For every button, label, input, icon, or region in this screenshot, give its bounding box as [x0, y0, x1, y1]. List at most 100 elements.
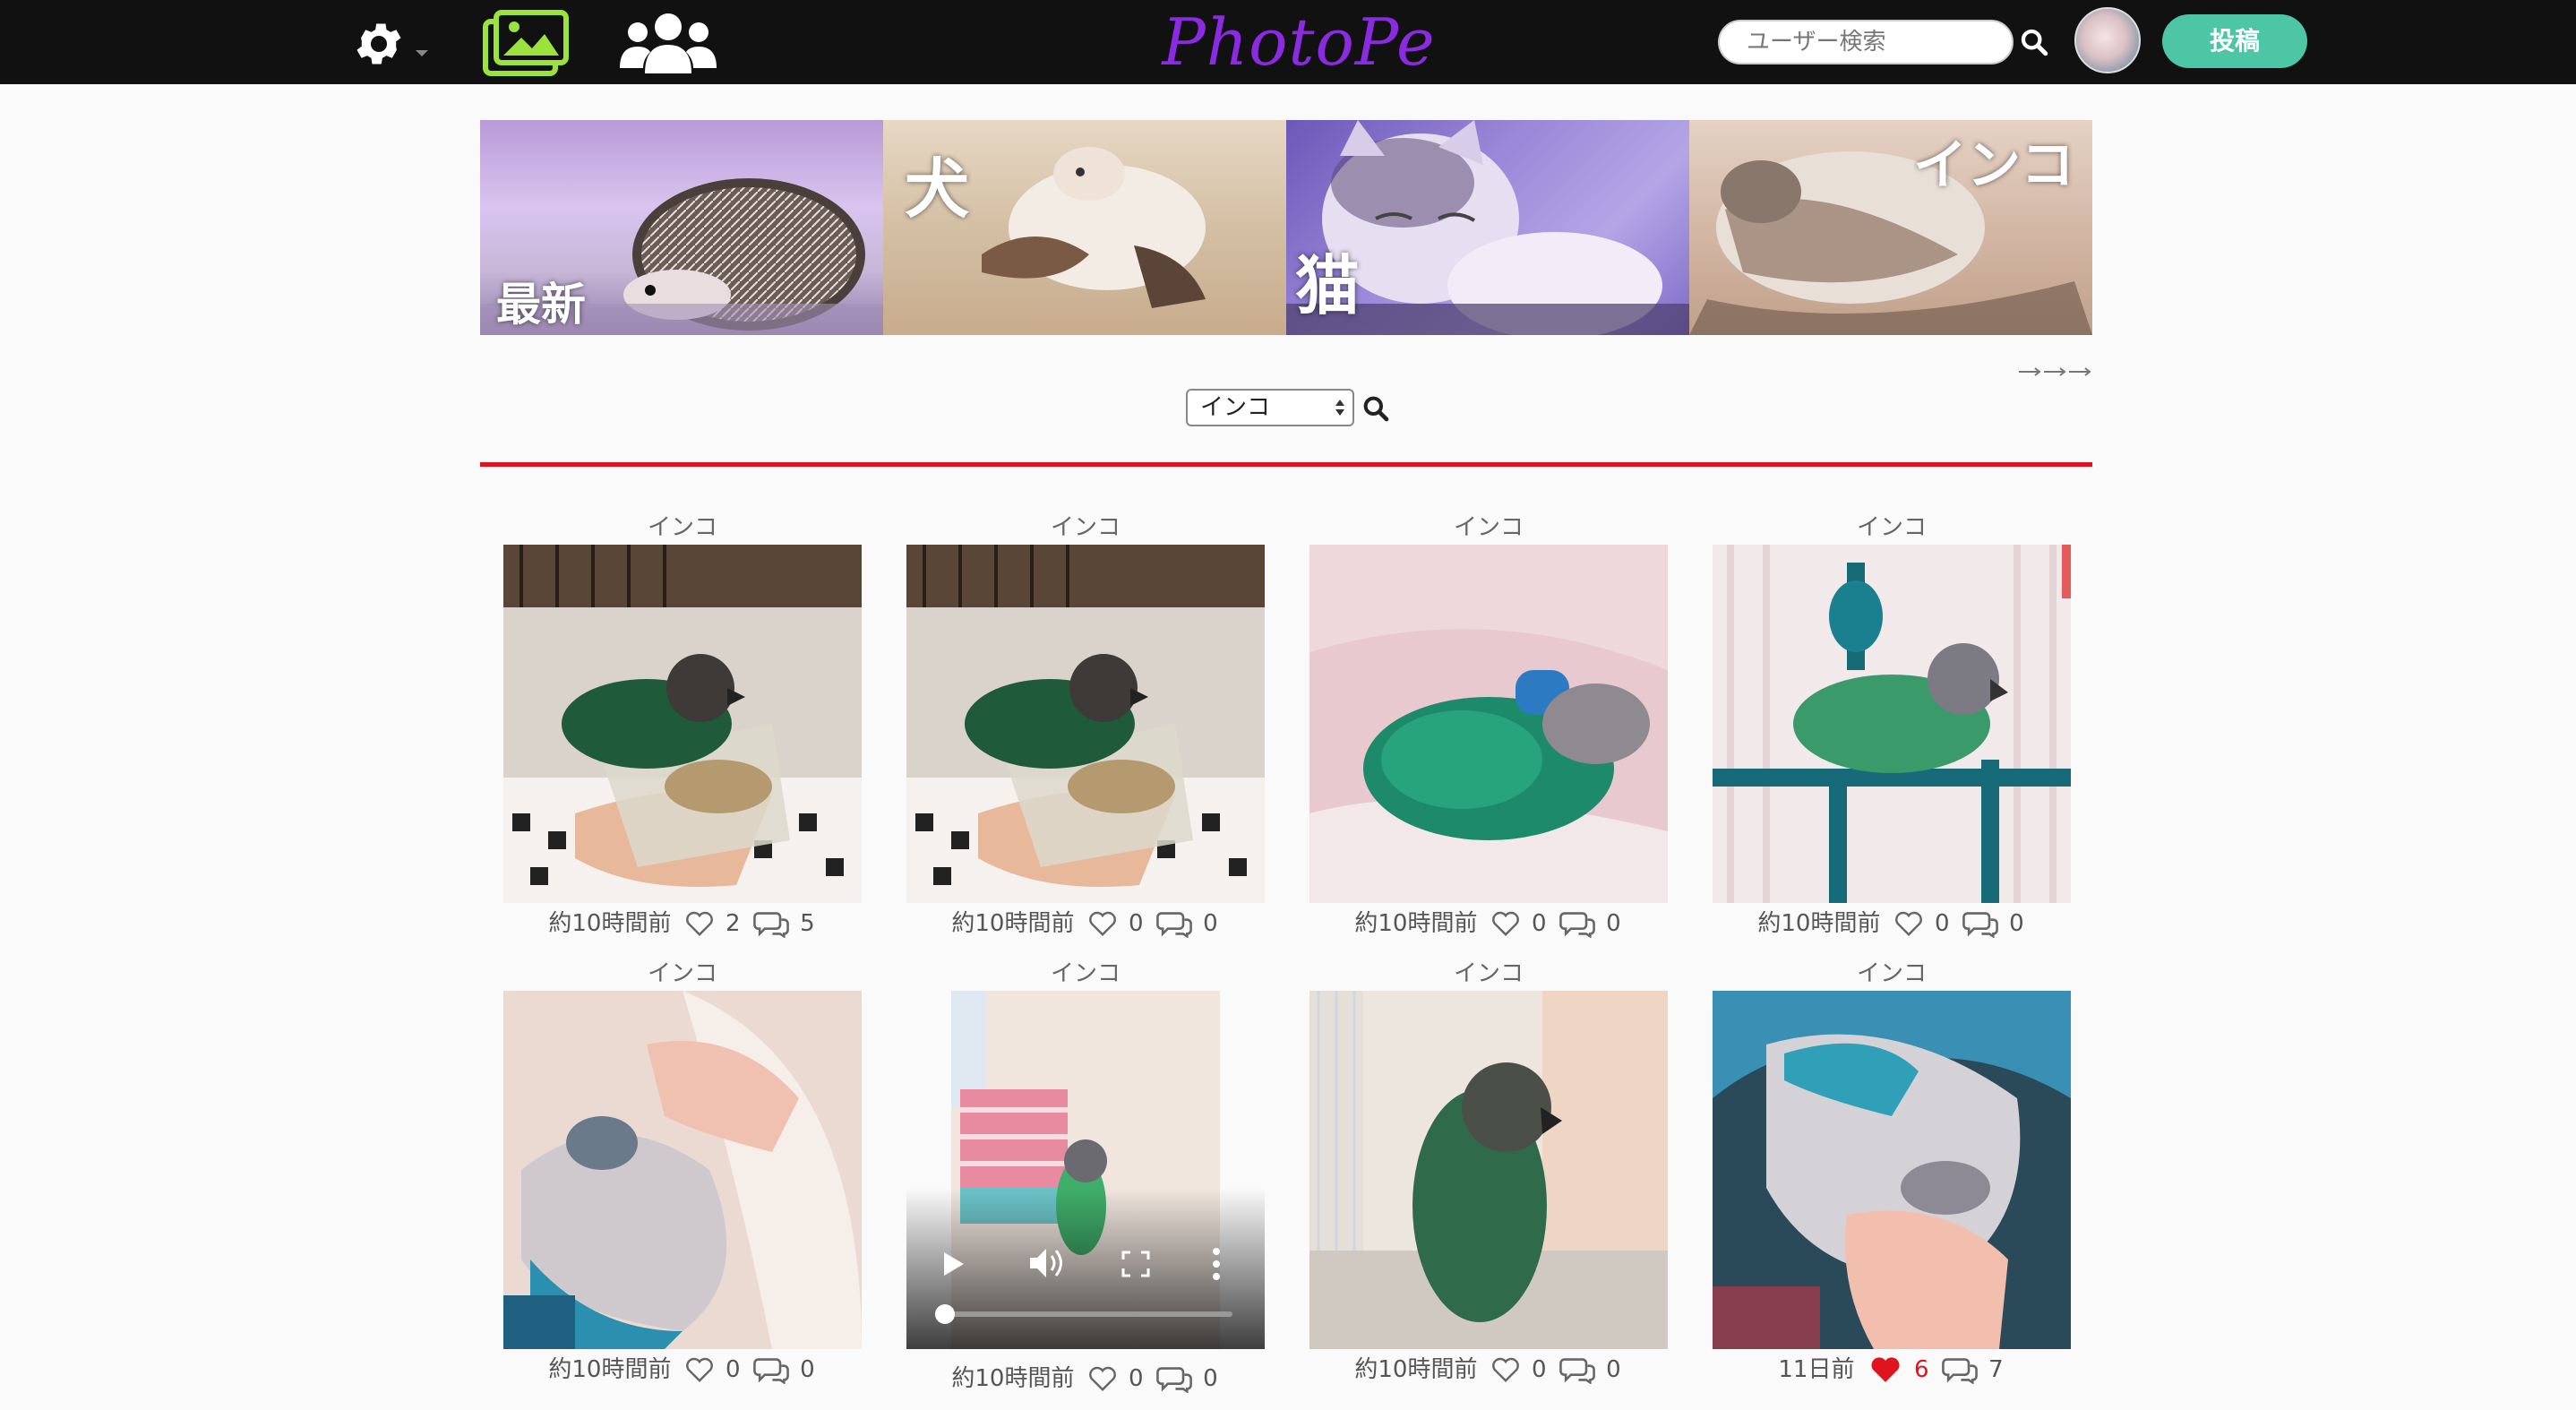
post-time: 約10時間前 [951, 909, 1075, 937]
heart-icon[interactable] [1490, 910, 1521, 937]
top-nav: PhotoPe 投稿 [0, 0, 2576, 84]
comment-icon[interactable] [1558, 1355, 1595, 1384]
post-time: 約10時間前 [951, 1364, 1075, 1392]
like-count: 0 [1935, 909, 1950, 937]
like-count: 0 [1129, 1364, 1144, 1392]
parrot-photo-image [1309, 991, 1668, 1349]
heart-icon[interactable] [1087, 910, 1118, 937]
post-video[interactable] [906, 991, 1265, 1349]
category-select-value: インコ [1200, 394, 1271, 421]
post-photo[interactable] [503, 991, 862, 1349]
comment-count: 0 [1203, 909, 1218, 937]
like-count: 0 [726, 1355, 741, 1383]
post-photo[interactable] [1713, 991, 2071, 1349]
chevron-down-icon[interactable] [416, 50, 428, 56]
post-time: 11日前 [1778, 1355, 1855, 1383]
video-progress-bar[interactable] [942, 1311, 1232, 1317]
post-photo[interactable] [906, 545, 1265, 903]
post-photo[interactable] [1309, 545, 1668, 903]
post-category: インコ [647, 960, 717, 987]
post-category: インコ [1050, 960, 1121, 987]
post-meta: 約10時間前 0 0 [503, 1351, 862, 1388]
category-parrot[interactable]: インコ [1689, 120, 2092, 335]
comment-icon[interactable] [1155, 909, 1192, 938]
post-meta: 約10時間前 0 0 [1309, 905, 1668, 941]
parrot-photo-image [1713, 991, 2071, 1349]
category-dog[interactable]: 犬 [883, 120, 1286, 335]
comment-count: 7 [1988, 1355, 2004, 1383]
post-category: インコ [1453, 960, 1524, 987]
post-photo[interactable] [503, 545, 862, 903]
search-icon[interactable] [2019, 27, 2049, 57]
comment-icon[interactable] [1558, 909, 1595, 938]
users-icon[interactable] [618, 9, 718, 77]
heart-filled-icon[interactable] [1868, 1354, 1903, 1385]
post-category: インコ [647, 514, 717, 541]
volume-icon[interactable] [1028, 1245, 1068, 1281]
category-banner: 最新 犬 猫 インコ [480, 120, 2092, 335]
user-search-input[interactable] [1718, 20, 2014, 64]
comment-count: 0 [800, 1355, 815, 1383]
post-category: インコ [1856, 514, 1927, 541]
like-count: 0 [1129, 909, 1144, 937]
heart-icon[interactable] [1087, 1365, 1118, 1392]
site-logo[interactable]: PhotoPe [1129, 2, 1469, 82]
category-cat[interactable]: 猫 [1286, 120, 1689, 335]
like-count: 0 [1532, 909, 1547, 937]
heart-icon[interactable] [1490, 1356, 1521, 1383]
select-arrows-icon [1335, 400, 1344, 416]
post-category: インコ [1453, 514, 1524, 541]
video-progress-handle[interactable] [935, 1304, 955, 1324]
comment-count: 0 [1606, 909, 1621, 937]
heart-icon[interactable] [684, 910, 715, 937]
post-meta: 11日前 6 7 [1713, 1351, 2071, 1388]
post-meta: 約10時間前 0 0 [906, 1360, 1265, 1397]
category-label-parrot: インコ [1913, 134, 2074, 197]
like-count: 0 [1532, 1355, 1547, 1383]
post-photo[interactable] [1713, 545, 2071, 903]
comment-count: 0 [1203, 1364, 1218, 1392]
comment-icon[interactable] [752, 909, 789, 938]
post-meta: 約10時間前 0 0 [1713, 905, 2071, 941]
comment-icon[interactable] [1941, 1355, 1978, 1384]
search-icon[interactable] [1361, 394, 1390, 423]
play-icon[interactable] [942, 1251, 966, 1277]
comment-count: 0 [2009, 909, 2024, 937]
post-time: 約10時間前 [1354, 1355, 1478, 1383]
post-meta: 約10時間前 0 0 [906, 905, 1265, 941]
category-label-latest: 最新 [496, 279, 586, 331]
post-button[interactable]: 投稿 [2162, 14, 2307, 68]
divider [480, 462, 2092, 467]
gear-icon[interactable] [351, 16, 407, 72]
fullscreen-icon[interactable] [1121, 1251, 1150, 1277]
post-time: 約10時間前 [548, 909, 672, 937]
comment-icon[interactable] [1155, 1364, 1192, 1393]
comment-count: 0 [1606, 1355, 1621, 1383]
category-label-cat: 猫 [1295, 248, 1361, 323]
post-photo[interactable] [1309, 991, 1668, 1349]
comment-count: 5 [800, 909, 815, 937]
more-options-icon[interactable] [1211, 1247, 1222, 1281]
heart-icon[interactable] [1893, 910, 1924, 937]
parrot-photo-image [906, 545, 1265, 903]
comment-icon[interactable] [1962, 909, 1998, 938]
parrot-photo-image [503, 545, 862, 903]
parrot-photo-image [1309, 545, 1668, 903]
post-meta: 約10時間前 2 5 [503, 905, 862, 941]
post-category: インコ [1856, 960, 1927, 987]
scroll-arrows-icon[interactable] [2017, 365, 2094, 378]
category-latest[interactable]: 最新 [480, 120, 883, 335]
parrot-photo-image [503, 991, 862, 1349]
parrot-photo-image [1713, 545, 2071, 903]
post-category: インコ [1050, 514, 1121, 541]
gallery-icon[interactable] [482, 9, 570, 77]
category-select[interactable]: インコ [1186, 389, 1354, 426]
category-label-dog: 犬 [905, 151, 970, 227]
post-meta: 約10時間前 0 0 [1309, 1351, 1668, 1388]
post-time: 約10時間前 [1354, 909, 1478, 937]
heart-icon[interactable] [684, 1356, 715, 1383]
avatar[interactable] [2074, 7, 2141, 73]
like-count: 6 [1914, 1355, 1929, 1383]
parrot-video-image [906, 991, 1265, 1349]
comment-icon[interactable] [752, 1355, 789, 1384]
